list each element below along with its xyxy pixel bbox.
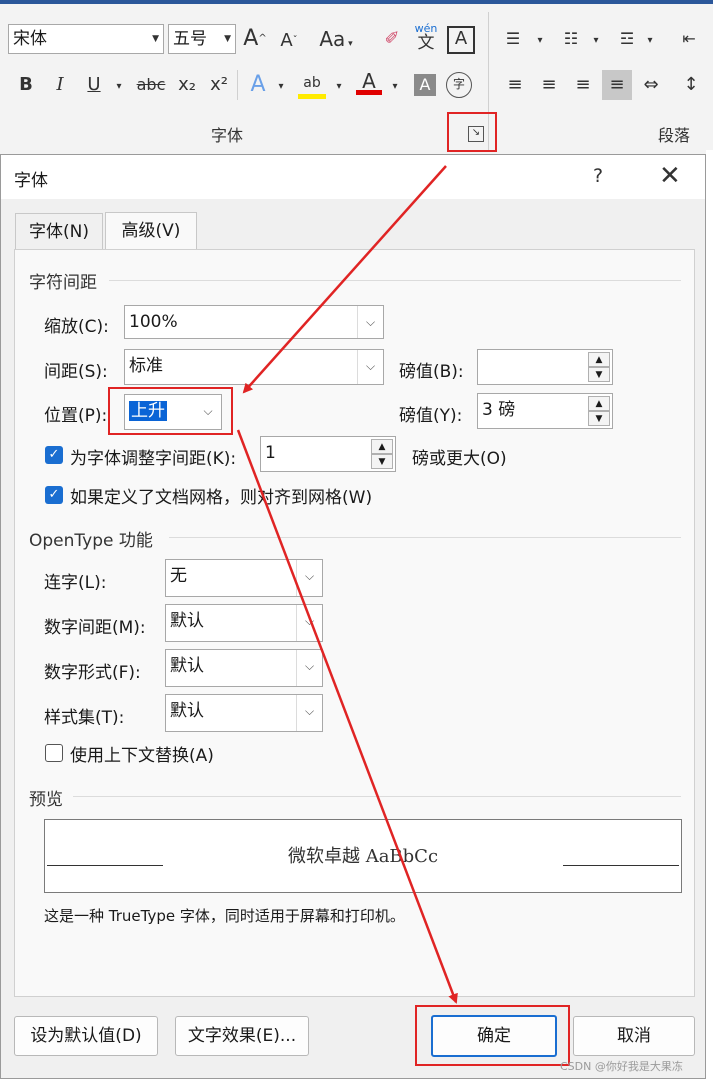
arrow-to-ok (236, 429, 458, 1004)
annotation-arrows (236, 165, 458, 1004)
arrow-to-position (242, 165, 447, 394)
watermark: CSDN @你好我是大果冻 (560, 1060, 683, 1073)
